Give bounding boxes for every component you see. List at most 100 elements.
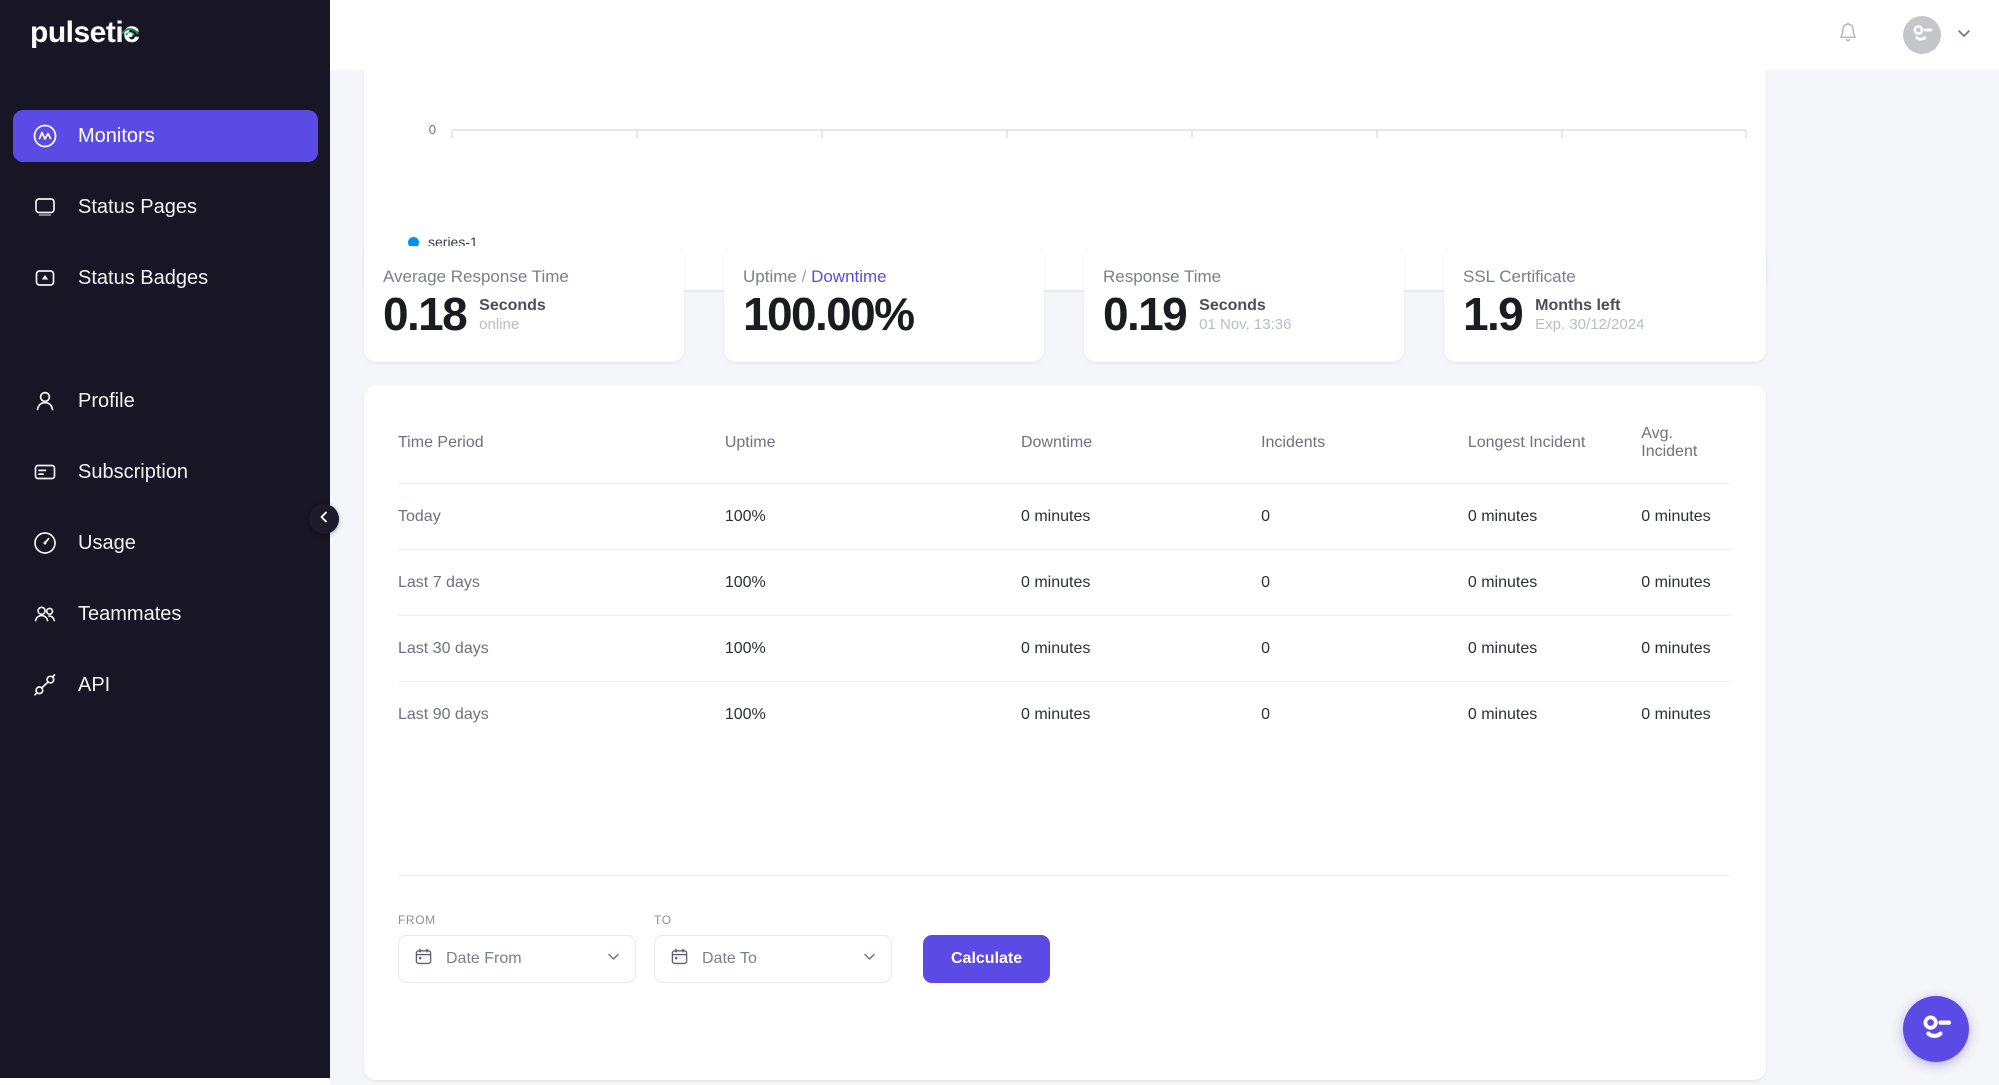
stat-card-value: 100.00%	[743, 288, 915, 340]
date-from-input[interactable]: Date From	[398, 935, 636, 983]
sidebar-item-subscription[interactable]: Subscription	[13, 446, 318, 498]
stat-card-value: 0.19	[1103, 288, 1188, 340]
cell-time-period: Last 90 days	[398, 681, 725, 747]
table-row: Last 30 days 100% 0 minutes 0 0 minutes …	[398, 615, 1732, 682]
stat-card-subtext: 01 Nov, 13:36	[1199, 316, 1292, 334]
topbar	[330, 0, 1999, 70]
stat-card-title: SSL Certificate	[1463, 267, 1576, 286]
cell-downtime: 0 minutes	[1020, 483, 1262, 550]
chat-widget-button[interactable]	[1903, 996, 1969, 1062]
gauge-icon	[31, 529, 59, 557]
cell-longest-incident: 0 minutes	[1467, 615, 1642, 682]
stat-card-unit: Seconds	[479, 297, 546, 314]
stat-card-body: 100.00%	[743, 291, 1044, 338]
monitor-pulse-icon	[31, 122, 59, 150]
stat-card-title: Average Response Time	[383, 267, 569, 286]
cell-incidents: 0	[1261, 549, 1468, 616]
sidebar-item-label: Status Badges	[78, 266, 209, 289]
cell-uptime: 100%	[724, 549, 1021, 616]
stat-card-subtext: online	[479, 316, 520, 334]
chevron-left-icon	[317, 510, 331, 529]
user-icon	[31, 387, 59, 415]
chat-face-icon	[1914, 1005, 1958, 1054]
table-row: Last 90 days 100% 0 minutes 0 0 minutes …	[398, 681, 1732, 747]
column-header-longest-incident: Longest Incident	[1467, 434, 1586, 451]
date-to-input[interactable]: Date To	[654, 935, 892, 983]
column-header-uptime: Uptime	[724, 434, 776, 451]
sidebar-item-api[interactable]: API	[13, 659, 318, 711]
cell-avg-incident: 0 minutes	[1641, 549, 1732, 616]
chart-ytick-0: 0	[428, 122, 436, 137]
sidebar-item-label: Teammates	[78, 602, 182, 625]
sidebar-item-teammates[interactable]: Teammates	[13, 588, 318, 640]
uptime-table: Time Period Uptime Downtime Incidents Lo…	[398, 385, 1732, 747]
sidebar-item-status-badges[interactable]: Status Badges	[13, 252, 318, 304]
stat-card-title: Response Time	[1103, 267, 1222, 286]
column-header-avg-incident: Avg. Incident	[1641, 425, 1698, 460]
avatar[interactable]	[1903, 16, 1941, 54]
cell-time-period: Last 30 days	[398, 615, 725, 682]
cell-longest-incident: 0 minutes	[1467, 681, 1642, 747]
stat-card-response-time: Response Time 0.19 Seconds 01 Nov, 13:36	[1084, 246, 1404, 362]
cell-uptime: 100%	[724, 483, 1021, 550]
bell-icon	[1836, 21, 1860, 50]
stat-card-meta: Seconds 01 Nov, 13:36	[1199, 291, 1291, 336]
cell-longest-incident: 0 minutes	[1467, 549, 1642, 616]
stat-card-value: 1.9	[1463, 288, 1524, 340]
stat-card-uptime-downtime: Uptime / Downtime 100.00%	[724, 246, 1044, 362]
uptime-tab[interactable]: Uptime	[743, 267, 797, 286]
pulse-dot-icon	[121, 28, 139, 37]
cell-downtime: 0 minutes	[1020, 681, 1262, 747]
sidebar-secondary-nav: Profile Subscription Usage Teammates API	[13, 375, 318, 730]
sidebar-item-status-pages[interactable]: Status Pages	[13, 181, 318, 233]
chevron-down-icon	[1955, 24, 1973, 47]
stat-card-unit: Months left	[1535, 297, 1621, 314]
app-root: pulsetic Monitors Status Pages Status Ba…	[0, 0, 1999, 1085]
sidebar-primary-nav: Monitors Status Pages Status Badges	[13, 110, 318, 323]
stat-card-value: 0.18	[383, 288, 468, 340]
cell-time-period: Today	[398, 483, 725, 550]
date-filter-row: FROM Date From TO Date To Calculate	[398, 875, 1732, 983]
notifications-button[interactable]	[1831, 18, 1865, 52]
cell-time-period: Last 7 days	[398, 549, 725, 616]
stat-card-ssl-certificate: SSL Certificate 1.9 Months left Exp. 30/…	[1444, 246, 1766, 362]
column-header-downtime: Downtime	[1020, 434, 1093, 451]
table-body: Today 100% 0 minutes 0 0 minutes 0 minut…	[398, 483, 1732, 747]
sidebar-item-label: Usage	[78, 531, 136, 554]
account-menu-button[interactable]	[1955, 24, 1973, 47]
sidebar-collapse-button[interactable]	[309, 504, 339, 534]
plug-icon	[31, 671, 59, 699]
stat-card-title: Uptime / Downtime	[743, 267, 1044, 287]
to-field-group: TO Date To	[654, 913, 892, 983]
card-icon	[31, 458, 59, 486]
calculate-button[interactable]: Calculate	[923, 935, 1051, 983]
cell-avg-incident: 0 minutes	[1641, 483, 1732, 550]
from-label: FROM	[398, 913, 436, 927]
sidebar: pulsetic Monitors Status Pages Status Ba…	[0, 0, 330, 1078]
sidebar-item-label: API	[78, 673, 111, 696]
sidebar-item-monitors[interactable]: Monitors	[13, 110, 318, 162]
cell-uptime: 100%	[724, 615, 1021, 682]
column-header-time-period: Time Period	[398, 434, 484, 451]
status-page-icon	[31, 193, 59, 221]
stat-card-body: 1.9 Months left Exp. 30/12/2024	[1463, 291, 1766, 338]
cell-downtime: 0 minutes	[1020, 615, 1262, 682]
sidebar-item-usage[interactable]: Usage	[13, 517, 318, 569]
users-icon	[31, 600, 59, 628]
sidebar-item-profile[interactable]: Profile	[13, 375, 318, 427]
stat-card-meta: Months left Exp. 30/12/2024	[1535, 291, 1644, 336]
table-header-row: Time Period Uptime Downtime Incidents Lo…	[398, 385, 1732, 484]
brand-logo[interactable]: pulsetic	[30, 18, 140, 48]
cell-incidents: 0	[1261, 681, 1468, 747]
date-from-value: Date From	[446, 950, 522, 967]
cell-avg-incident: 0 minutes	[1641, 681, 1732, 747]
date-to-value: Date To	[702, 950, 757, 967]
chevron-down-icon	[861, 948, 878, 970]
stat-cards-row: Average Response Time 0.18 Seconds onlin…	[364, 246, 1766, 362]
downtime-tab[interactable]: Downtime	[811, 267, 887, 286]
table-row: Last 7 days 100% 0 minutes 0 0 minutes 0…	[398, 549, 1732, 616]
cell-avg-incident: 0 minutes	[1641, 615, 1732, 682]
stat-card-meta: Seconds online	[479, 291, 546, 336]
calendar-icon	[670, 947, 689, 971]
stat-card-subtext: Exp. 30/12/2024	[1535, 316, 1645, 334]
